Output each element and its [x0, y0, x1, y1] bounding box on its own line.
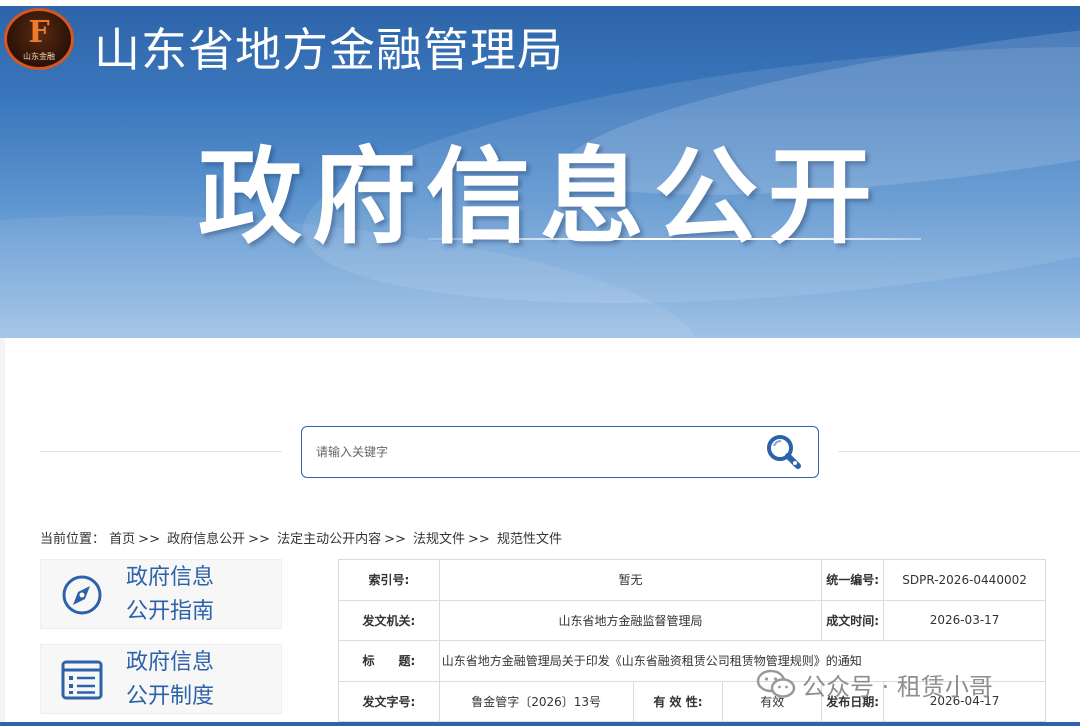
sidebar-label-line2: 公开指南 [126, 599, 215, 624]
watermark: 公众号 · 租赁小哥 [756, 668, 993, 701]
uid-value: SDPR-2026-0440002 [883, 559, 1046, 601]
breadcrumb-separator: >> [138, 532, 160, 547]
sidebar-label-line2: 公开制度 [126, 684, 215, 709]
banner-divider [428, 238, 921, 240]
page-frame [0, 338, 5, 726]
doc-number-value: 鲁金管字〔2026〕13号 [438, 680, 634, 722]
banner-title: 政府信息公开 [198, 136, 883, 258]
breadcrumb-statutory[interactable]: 法定主动公开内容 [277, 532, 381, 547]
watermark-text: 公众号 · 租赁小哥 [802, 672, 993, 701]
compass-icon [62, 575, 102, 615]
search-icon[interactable] [764, 432, 804, 472]
created-label: 成文时间: [821, 599, 885, 641]
issuer-value: 山东省地方金融监督管理局 [438, 599, 823, 641]
uid-label: 统一编号: [821, 559, 885, 601]
search-divider-left [40, 451, 282, 452]
breadcrumb-regulations[interactable]: 法规文件 [413, 532, 465, 547]
sidebar-label-line1: 政府信息 [126, 565, 215, 590]
top-border [0, 0, 1080, 6]
breadcrumb-normative-docs[interactable]: 规范性文件 [497, 532, 562, 547]
header-banner: F 山东金融 山东省地方金融管理局 政府信息公开 [0, 0, 1080, 338]
breadcrumb: 当前位置： 首页 >> 政府信息公开 >> 法定主动公开内容 >> 法规文件 >> 规范… [40, 528, 562, 547]
index-value: 暂无 [438, 559, 823, 601]
validity-label: 有 效 性: [632, 680, 724, 722]
wechat-icon [756, 669, 796, 698]
table-row: 发文机关: 山东省地方金融监督管理局 成文时间: 2026-03-17 [338, 599, 1046, 641]
breadcrumb-separator: >> [248, 532, 270, 547]
doc-number-label: 发文字号: [338, 680, 440, 722]
agency-name[interactable]: 山东省地方金融管理局 [94, 14, 564, 80]
sidebar-item-label: 政府信息 公开指南 [126, 561, 276, 629]
breadcrumb-separator: >> [384, 532, 406, 547]
sidebar-item-label: 政府信息 公开制度 [126, 646, 276, 714]
index-label: 索引号: [338, 559, 440, 601]
document-list-icon [61, 660, 103, 700]
breadcrumb-home[interactable]: 首页 [109, 532, 135, 547]
breadcrumb-separator: >> [468, 532, 490, 547]
search-box [301, 426, 819, 478]
breadcrumb-prefix: 当前位置： [40, 532, 106, 547]
bottom-border [0, 722, 1080, 726]
title-label: 标 题: [338, 640, 440, 682]
created-value: 2026-03-17 [883, 599, 1046, 641]
table-row: 索引号: 暂无 统一编号: SDPR-2026-0440002 [338, 559, 1046, 601]
sidebar-label-line1: 政府信息 [126, 650, 215, 675]
logo-letter: F [28, 15, 50, 50]
agency-logo[interactable]: F 山东金融 [4, 8, 74, 70]
search-divider-right [838, 451, 1080, 452]
breadcrumb-gov-info[interactable]: 政府信息公开 [167, 532, 245, 547]
sidebar-item-disclosure-guide[interactable]: 政府信息 公开指南 [40, 559, 282, 629]
issuer-label: 发文机关: [338, 599, 440, 641]
search-input[interactable] [316, 441, 736, 463]
logo-text: 山东金融 [23, 52, 55, 61]
sidebar-item-disclosure-system[interactable]: 政府信息 公开制度 [40, 644, 282, 714]
